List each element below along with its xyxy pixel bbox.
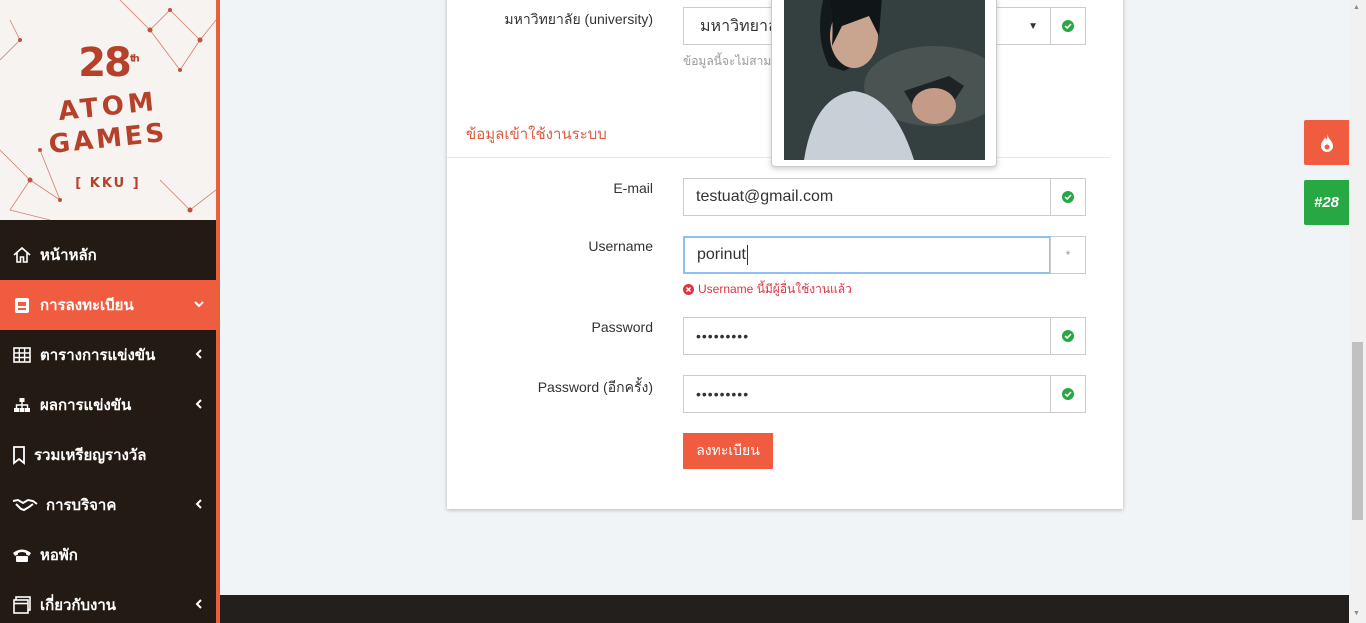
username-error-text: Username นี้มีผู้อื่นใช้งานแล้ว: [698, 282, 852, 296]
dropdown-arrow-icon: ▼: [1028, 20, 1038, 32]
sidebar-item-label: หอพัก: [40, 547, 78, 564]
password-value: •••••••••: [696, 328, 750, 344]
email-field[interactable]: testuat@gmail.com: [683, 178, 1086, 216]
username-label: Username: [588, 238, 653, 254]
scroll-down-arrow-icon[interactable]: ▼: [1353, 610, 1360, 617]
success-check-icon: [1050, 8, 1085, 44]
sidebar-item-results[interactable]: ผลการแข่งขัน: [0, 380, 216, 430]
university-help-text: ข้อมูลนี้จะไม่สามา: [683, 54, 779, 68]
logo-number: 28: [78, 40, 132, 86]
table-grid-icon: [12, 345, 32, 365]
password-field[interactable]: •••••••••: [683, 317, 1086, 355]
image-preview-popup: [771, 0, 997, 167]
logo-line3: [ KKU ]: [75, 176, 141, 191]
password-confirm-field[interactable]: •••••••••: [683, 375, 1086, 413]
bookmark-icon: [12, 445, 26, 465]
sidebar-item-home[interactable]: หน้าหลัก: [0, 230, 216, 280]
tag-label: #28: [1313, 194, 1340, 211]
scroll-up-arrow-icon[interactable]: ▲: [1353, 4, 1360, 11]
success-check-icon: [1050, 376, 1085, 412]
sidebar-item-label: ตารางการแข่งขัน: [40, 347, 156, 364]
preview-photo: [784, 0, 985, 160]
page-scrollbar[interactable]: ▲ ▼: [1349, 0, 1366, 623]
required-mark: *: [1050, 237, 1085, 273]
window-icon: [12, 595, 32, 615]
sidebar-item-medals[interactable]: รวมเหรียญรางวัล: [0, 430, 216, 480]
error-icon: [683, 284, 694, 295]
tag-button[interactable]: #28: [1304, 180, 1349, 225]
chevron-left-icon: [195, 349, 202, 359]
university-select-value: มหาวิทยาลั: [700, 17, 778, 35]
chevron-left-icon: [195, 599, 202, 609]
sitemap-icon: [12, 395, 32, 415]
username-field[interactable]: porinut *: [683, 236, 1086, 274]
sidebar-item-about[interactable]: เกี่ยวกับงาน: [0, 580, 216, 623]
username-value: porinut: [697, 246, 746, 263]
email-value: testuat@gmail.com: [696, 188, 834, 205]
password-confirm-value: •••••••••: [696, 386, 750, 402]
password-confirm-label: Password (อีกครั้ง): [537, 379, 653, 395]
sidebar: 28th ATOM GAMES [ KKU ] หน้าหลัก การลงทะ…: [0, 0, 220, 623]
success-check-icon: [1050, 318, 1085, 354]
sidebar-item-label: การบริจาค: [46, 497, 117, 514]
sidebar-item-label: หน้าหลัก: [40, 247, 97, 264]
home-icon: [12, 245, 32, 265]
logo-sup: th: [129, 53, 140, 65]
register-button[interactable]: ลงทะเบียน: [683, 433, 773, 469]
handshake-icon: [12, 495, 38, 515]
flame-button[interactable]: [1304, 120, 1349, 165]
sidebar-item-label: เกี่ยวกับงาน: [40, 597, 117, 614]
scroll-thumb[interactable]: [1352, 342, 1363, 520]
sidebar-item-label: การลงทะเบียน: [40, 297, 134, 314]
text-cursor: [746, 245, 748, 265]
sidebar-menu: หน้าหลัก การลงทะเบียน ตารางการแข่งขัน ผล…: [0, 230, 216, 623]
sidebar-item-schedule[interactable]: ตารางการแข่งขัน: [0, 330, 216, 380]
registration-icon: [12, 295, 32, 315]
university-label: มหาวิทยาลัย (university): [504, 11, 653, 27]
section-title: ข้อมูลเข้าใช้งานระบบ: [466, 126, 607, 143]
logo[interactable]: 28th ATOM GAMES [ KKU ]: [0, 0, 216, 220]
success-check-icon: [1050, 179, 1085, 215]
footer-bar: [220, 595, 1350, 623]
flame-icon: [1320, 132, 1333, 152]
email-label: E-mail: [613, 180, 653, 196]
sidebar-item-label: รวมเหรียญรางวัล: [34, 447, 147, 464]
password-label: Password: [591, 319, 653, 335]
chevron-left-icon: [195, 499, 202, 509]
sidebar-item-dormitory[interactable]: หอพัก: [0, 530, 216, 580]
username-error: Username นี้มีผู้อื่นใช้งานแล้ว: [683, 280, 852, 299]
chevron-left-icon: [195, 399, 202, 409]
sidebar-item-donation[interactable]: การบริจาค: [0, 480, 216, 530]
chevron-down-icon: [194, 301, 204, 308]
phone-icon: [12, 545, 32, 565]
sidebar-item-label: ผลการแข่งขัน: [40, 397, 132, 414]
sidebar-item-registration[interactable]: การลงทะเบียน: [0, 280, 216, 330]
